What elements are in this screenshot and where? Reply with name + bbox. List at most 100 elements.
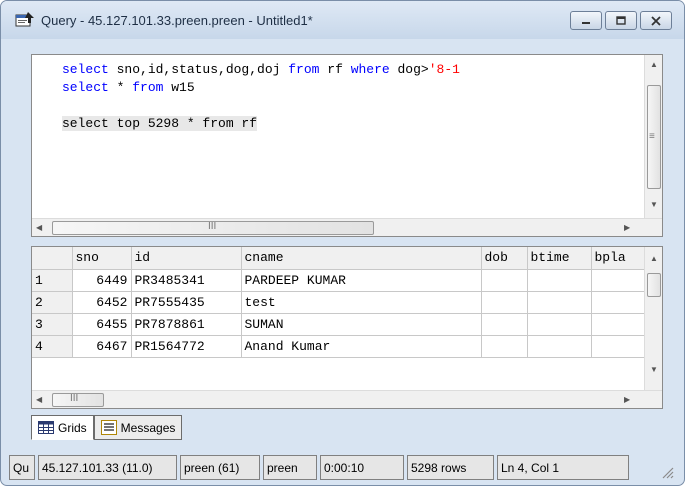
row-number[interactable]: 3 <box>32 313 73 336</box>
status-database: preen <box>263 455 317 480</box>
scroll-left-arrow-icon[interactable]: ◀ <box>36 223 42 233</box>
grid-icon <box>38 421 54 434</box>
scroll-grip-icon: ≡ <box>649 131 655 142</box>
row-number[interactable]: 1 <box>32 269 73 292</box>
tab-messages-label: Messages <box>120 420 176 435</box>
table-cell[interactable]: PR7555435 <box>131 291 242 314</box>
maximize-icon <box>616 16 626 25</box>
table-cell[interactable]: 6449 <box>72 269 132 292</box>
table-cell[interactable]: 6455 <box>72 313 132 336</box>
grid-vertical-scrollbar[interactable]: ▲ ▼ <box>644 247 662 390</box>
table-cell[interactable]: 6452 <box>72 291 132 314</box>
status-mode: Qu <box>9 455 35 480</box>
sql-token: select <box>62 62 109 77</box>
scroll-right-arrow-icon[interactable]: ▶ <box>624 223 630 233</box>
messages-icon <box>100 420 117 435</box>
minimize-icon <box>582 21 590 24</box>
column-header[interactable]: cname <box>241 247 482 270</box>
table-cell[interactable]: PARDEEP KUMAR <box>241 269 482 292</box>
table-row[interactable]: 2 6452 PR7555435 test <box>32 291 652 314</box>
column-header[interactable]: id <box>131 247 242 270</box>
table-cell[interactable]: 6467 <box>72 335 132 358</box>
window-title: Query - 45.127.101.33.preen.preen - Unti… <box>41 13 313 28</box>
table-cell[interactable] <box>527 269 592 292</box>
scroll-up-arrow-icon[interactable]: ▲ <box>650 254 658 264</box>
sql-editor-text[interactable]: select sno,id,status,dog,doj from rf whe… <box>62 61 644 215</box>
tab-messages[interactable]: Messages <box>93 415 183 440</box>
resize-grip-icon[interactable] <box>660 465 674 479</box>
sql-token: from <box>132 80 164 95</box>
status-server: 45.127.101.33 (11.0) <box>38 455 177 480</box>
status-elapsed-time: 0:00:10 <box>320 455 404 480</box>
sql-token: rf <box>319 62 351 77</box>
table-cell[interactable] <box>527 291 592 314</box>
table-cell[interactable] <box>591 291 652 314</box>
sql-line[interactable] <box>62 97 644 115</box>
scroll-left-arrow-icon[interactable]: ◀ <box>36 395 42 405</box>
status-user: preen (61) <box>180 455 260 480</box>
query-window: Query - 45.127.101.33.preen.preen - Unti… <box>0 0 685 486</box>
result-tabs: Grids Messages <box>31 415 183 441</box>
status-cursor-position: Ln 4, Col 1 <box>497 455 629 480</box>
table-row[interactable]: 1 6449 PR3485341 PARDEEP KUMAR <box>32 269 652 292</box>
close-button[interactable] <box>640 11 672 30</box>
column-header[interactable]: btime <box>527 247 592 270</box>
table-cell[interactable] <box>527 313 592 336</box>
table-cell[interactable] <box>591 269 652 292</box>
scroll-grip-label: III <box>70 393 79 404</box>
sql-token: sno,id,status,dog,doj <box>108 62 289 77</box>
results-grid[interactable]: sno id cname dob btime bpla 1 6449 PR348… <box>31 246 663 409</box>
scroll-down-arrow-icon[interactable]: ▼ <box>650 200 658 210</box>
table-cell[interactable] <box>481 335 528 358</box>
editor-horizontal-scrollbar[interactable]: ◀ III ▶ <box>32 218 662 236</box>
column-header[interactable]: bpla <box>591 247 652 270</box>
row-number[interactable]: 2 <box>32 291 73 314</box>
table-cell[interactable] <box>481 269 528 292</box>
table-cell[interactable] <box>527 335 592 358</box>
table-cell[interactable]: PR1564772 <box>131 335 242 358</box>
grid-vertical-scroll-thumb[interactable] <box>647 273 661 297</box>
table-cell[interactable]: test <box>241 291 482 314</box>
table-cell[interactable] <box>481 313 528 336</box>
sql-line[interactable]: select * from w15 <box>62 79 644 97</box>
scroll-up-arrow-icon[interactable]: ▲ <box>650 60 658 70</box>
table-cell[interactable]: SUMAN <box>241 313 482 336</box>
title-bar[interactable]: Query - 45.127.101.33.preen.preen - Unti… <box>1 1 684 39</box>
row-number[interactable]: 4 <box>32 335 73 358</box>
sql-token: select <box>62 80 109 95</box>
grid-horizontal-scrollbar[interactable]: ◀ III ▶ <box>32 390 662 408</box>
column-header[interactable]: sno <box>72 247 132 270</box>
table-cell[interactable]: PR3485341 <box>131 269 242 292</box>
column-header[interactable]: dob <box>481 247 528 270</box>
sql-token: * <box>108 80 133 95</box>
scroll-down-arrow-icon[interactable]: ▼ <box>650 365 658 375</box>
scroll-right-arrow-icon[interactable]: ▶ <box>624 395 630 405</box>
table-cell[interactable] <box>591 313 652 336</box>
query-app-icon <box>15 12 34 27</box>
status-bar: Qu 45.127.101.33 (11.0) preen (61) preen… <box>9 455 632 480</box>
sql-token: from <box>288 62 320 77</box>
scroll-grip-label: III <box>208 221 217 232</box>
table-cell[interactable] <box>481 291 528 314</box>
minimize-button[interactable] <box>570 11 602 30</box>
sql-token: select top 5298 * from rf <box>62 116 258 131</box>
results-table: sno id cname dob btime bpla 1 6449 PR348… <box>32 247 652 358</box>
table-row[interactable]: 4 6467 PR1564772 Anand Kumar <box>32 335 652 358</box>
table-cell[interactable]: PR7878861 <box>131 313 242 336</box>
table-cell[interactable] <box>591 335 652 358</box>
status-row-count: 5298 rows <box>407 455 494 480</box>
sql-token: dog> <box>389 62 429 77</box>
sql-token: '8-1 <box>428 62 460 77</box>
table-row[interactable]: 3 6455 PR7878861 SUMAN <box>32 313 652 336</box>
sql-line[interactable]: select top 5298 * from rf <box>62 115 644 133</box>
sql-token: where <box>350 62 390 77</box>
tab-grids[interactable]: Grids <box>31 415 94 440</box>
close-icon <box>651 15 661 26</box>
editor-vertical-scrollbar[interactable]: ▲ ≡ ▼ <box>644 55 662 218</box>
maximize-button[interactable] <box>605 11 637 30</box>
results-header-row: sno id cname dob btime bpla <box>32 247 652 270</box>
sql-line[interactable]: select sno,id,status,dog,doj from rf whe… <box>62 61 644 79</box>
table-cell[interactable]: Anand Kumar <box>241 335 482 358</box>
sql-editor[interactable]: select sno,id,status,dog,doj from rf whe… <box>31 54 663 237</box>
tab-grids-label: Grids <box>58 420 87 435</box>
